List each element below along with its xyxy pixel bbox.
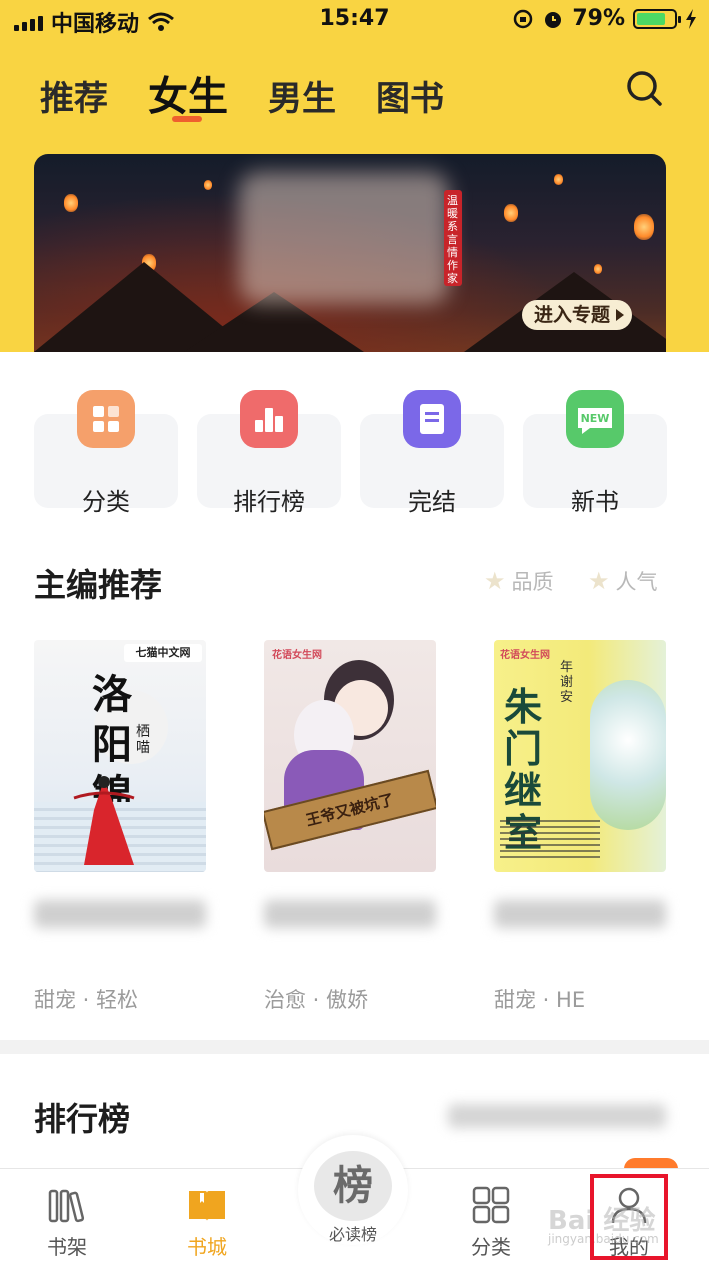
publisher-logo: 七猫中文网 bbox=[124, 644, 202, 662]
grid-icon bbox=[472, 1186, 510, 1224]
publisher-logo: 花语女生网 bbox=[272, 650, 322, 661]
book-tags: 甜宠 · HE bbox=[494, 988, 586, 1012]
nav-bookstore[interactable]: 书城 bbox=[152, 1169, 262, 1262]
shortcut-completed[interactable]: 完结 bbox=[360, 390, 504, 516]
ranking-icon bbox=[240, 390, 298, 448]
battery-percent: 79% bbox=[572, 6, 625, 31]
shortcut-label: 排行榜 bbox=[233, 488, 305, 516]
book-title-blurred bbox=[34, 900, 206, 928]
alarm-icon bbox=[545, 11, 562, 28]
shortcut-label: 完结 bbox=[408, 488, 456, 516]
book-cover: 七猫中文网 洛阳锦 栖喵 bbox=[34, 640, 206, 872]
search-icon[interactable] bbox=[624, 68, 664, 108]
shortcut-ranking[interactable]: 排行榜 bbox=[197, 390, 341, 516]
shortcut-label: 新书 bbox=[571, 488, 619, 516]
star-icon: ★ bbox=[588, 567, 610, 595]
svg-text:NEW: NEW bbox=[581, 412, 610, 425]
book-card[interactable]: 花语女生网 王爷又被坑了 治愈 · 傲娇 bbox=[264, 640, 436, 1014]
star-icon: ★ bbox=[484, 567, 506, 595]
book-cover: 花语女生网 朱门继室 年谢安 bbox=[494, 640, 666, 872]
editor-picks-title: 主编推荐 bbox=[34, 566, 163, 604]
ranking-badge-icon: 榜 bbox=[314, 1151, 392, 1221]
tab-male[interactable]: 男生 bbox=[268, 71, 336, 120]
active-tab-indicator bbox=[172, 116, 202, 122]
nav-bookshelf[interactable]: 书架 bbox=[12, 1169, 122, 1262]
status-bar: 中国移动 15:47 79% bbox=[0, 0, 709, 40]
book-card[interactable]: 花语女生网 朱门继室 年谢安 甜宠 · HE bbox=[494, 640, 666, 1014]
book-open-icon bbox=[189, 1191, 225, 1221]
ranking-subtitle-blurred bbox=[448, 1104, 666, 1128]
section-divider bbox=[0, 1040, 709, 1054]
shortcut-category[interactable]: 分类 bbox=[34, 390, 178, 516]
promo-banner[interactable]: 温暖系言情作家 进入专题 bbox=[34, 154, 666, 352]
publisher-logo: 花语女生网 bbox=[500, 650, 550, 661]
book-cover: 花语女生网 王爷又被坑了 bbox=[264, 640, 436, 872]
book-title-blurred bbox=[494, 900, 666, 928]
cover-author: 栖喵 bbox=[136, 724, 150, 756]
charging-icon bbox=[686, 8, 696, 29]
book-tags: 治愈 · 傲娇 bbox=[264, 988, 369, 1012]
category-shortcuts: 分类 排行榜 完结 NEW 新书 bbox=[34, 390, 668, 516]
battery-icon bbox=[633, 8, 681, 29]
cover-author: 年谢安 bbox=[560, 660, 574, 705]
shortcut-label: 分类 bbox=[82, 488, 130, 516]
rotation-lock-icon bbox=[514, 9, 533, 28]
enter-topic-button[interactable]: 进入专题 bbox=[522, 300, 633, 330]
ranking-title: 排行榜 bbox=[34, 1100, 131, 1138]
filter-popularity[interactable]: ★ 人气 bbox=[588, 566, 658, 596]
top-tabs: 推荐 女生 男生 图书 bbox=[40, 64, 484, 122]
highlight-annotation bbox=[590, 1174, 668, 1260]
completed-book-icon bbox=[403, 390, 461, 448]
nav-category[interactable]: 分类 bbox=[436, 1169, 546, 1262]
tab-books[interactable]: 图书 bbox=[376, 71, 444, 120]
filter-quality[interactable]: ★ 品质 bbox=[484, 566, 554, 596]
book-tags: 甜宠 · 轻松 bbox=[34, 988, 139, 1012]
book-title-blurred bbox=[264, 900, 436, 928]
shortcut-new-books[interactable]: NEW 新书 bbox=[523, 390, 667, 516]
tab-female[interactable]: 女生 bbox=[148, 64, 228, 122]
tab-recommend[interactable]: 推荐 bbox=[40, 71, 108, 120]
banner-title-blurred bbox=[239, 172, 449, 304]
category-icon bbox=[77, 390, 135, 448]
nav-must-read[interactable]: 榜 必读榜 bbox=[298, 1135, 408, 1245]
book-card[interactable]: 七猫中文网 洛阳锦 栖喵 甜宠 · 轻松 bbox=[34, 640, 206, 1014]
banner-side-tag: 温暖系言情作家 bbox=[444, 190, 462, 286]
bookshelf-icon bbox=[48, 1189, 85, 1223]
new-book-icon: NEW bbox=[566, 390, 624, 448]
